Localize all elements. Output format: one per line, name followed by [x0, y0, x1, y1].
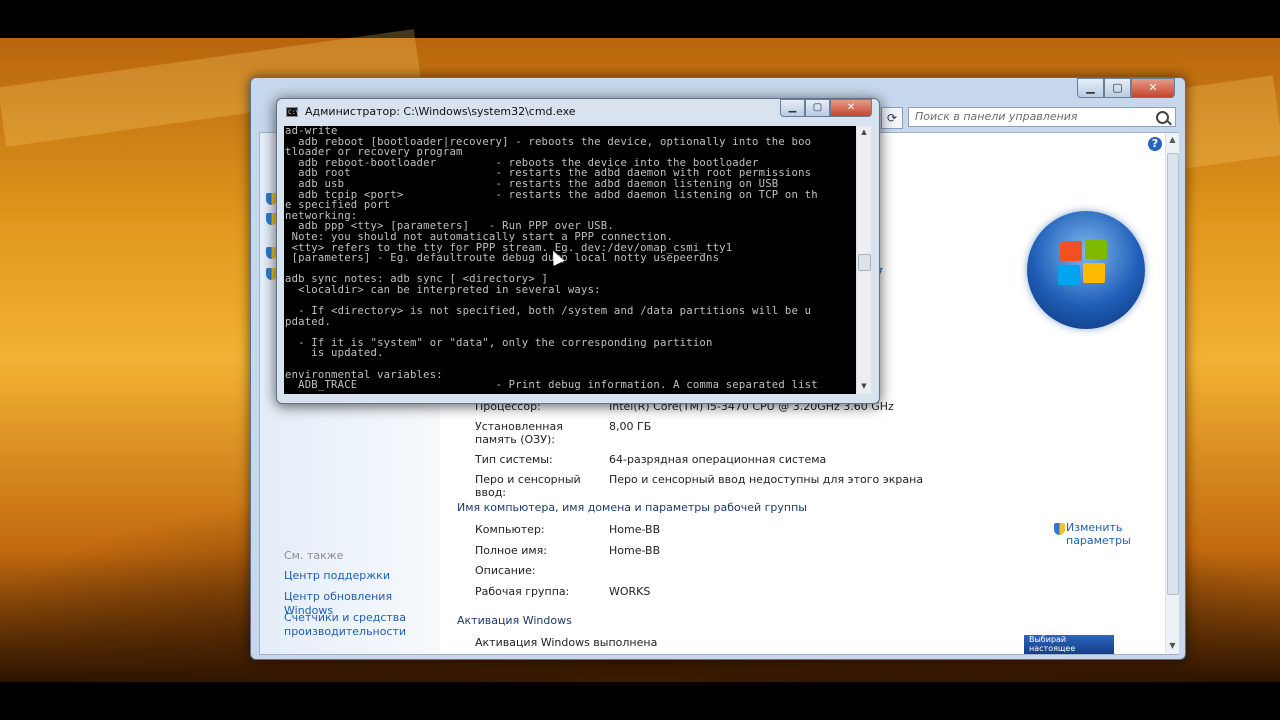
cmd-app-icon[interactable]: C:\ — [286, 107, 299, 117]
system-type-label: Тип системы: — [475, 453, 553, 466]
performance-tools-link[interactable]: Счетчики и средства производительности — [284, 611, 434, 639]
scroll-thumb[interactable] — [1167, 153, 1179, 595]
action-center-link[interactable]: Центр поддержки — [284, 569, 434, 583]
activation-section-title: Активация Windows — [457, 614, 572, 627]
refresh-icon[interactable]: ⟳ — [881, 107, 903, 129]
cmd-titlebar[interactable]: C:\ Администратор: C:\Windows\system32\c… — [277, 99, 879, 125]
scroll-down-icon[interactable]: ▼ — [857, 382, 871, 390]
flag-green — [1085, 239, 1107, 259]
scroll-thumb[interactable] — [858, 254, 871, 271]
description-label: Описание: — [475, 564, 536, 577]
console-text: ad-write adb reboot [bootloader|recovery… — [285, 126, 818, 392]
cmd-minimize-button[interactable]: ▁ — [780, 99, 805, 117]
workgroup-value: WORKS — [609, 585, 651, 598]
computer-value: Home-BB — [609, 523, 661, 536]
scroll-up-icon[interactable]: ▲ — [1166, 135, 1179, 144]
flag-blue — [1058, 265, 1080, 285]
cmd-window: C:\ Администратор: C:\Windows\system32\c… — [276, 98, 880, 404]
workgroup-label: Рабочая группа: — [475, 585, 570, 598]
cp-window-controls: ▁ ▢ ✕ — [1077, 78, 1175, 98]
cp-minimize-button[interactable]: ▁ — [1077, 78, 1104, 98]
cmd-maximize-button[interactable]: ▢ — [805, 99, 830, 117]
computer-name-section-title: Имя компьютера, имя домена и параметры р… — [457, 501, 807, 514]
flag-red — [1060, 241, 1082, 261]
see-also-heading: См. также — [284, 549, 344, 562]
full-name-value: Home-BB — [609, 544, 661, 557]
full-name-label: Полное имя: — [475, 544, 547, 557]
pen-touch-label: Перо и сенсорный ввод: — [475, 473, 581, 499]
pen-touch-value: Перо и сенсорный ввод недоступны для это… — [609, 473, 924, 486]
change-settings-link[interactable]: Изменить параметры — [1066, 521, 1136, 547]
cmd-vertical-scrollbar[interactable]: ▲ ▼ — [857, 126, 871, 394]
cmd-window-controls: ▁ ▢ ✕ — [780, 99, 872, 117]
scroll-up-icon[interactable]: ▲ — [857, 128, 871, 136]
cmd-console-output[interactable]: ad-write adb reboot [bootloader|recovery… — [284, 126, 856, 394]
letterbox-bottom — [0, 682, 1280, 720]
cp-vertical-scrollbar[interactable]: ▲ ▼ — [1165, 133, 1179, 654]
search-placeholder: Поиск в панели управления — [915, 110, 1078, 123]
activation-status: Активация Windows выполнена — [475, 636, 658, 649]
shield-icon — [1054, 523, 1065, 535]
letterbox-top — [0, 0, 1280, 38]
cp-close-button[interactable]: ✕ — [1131, 78, 1175, 98]
genuine-banner[interactable]: Выбирай настоящее — [1024, 635, 1114, 654]
flag-yellow — [1083, 263, 1105, 283]
cmd-window-title: Администратор: C:\Windows\system32\cmd.e… — [305, 105, 576, 118]
search-input[interactable]: Поиск в панели управления — [908, 107, 1176, 127]
cmd-close-button[interactable]: ✕ — [830, 99, 872, 117]
help-icon[interactable]: ? — [1148, 137, 1162, 151]
search-icon[interactable] — [1156, 111, 1169, 124]
windows-logo-icon — [1027, 211, 1145, 329]
computer-label: Компьютер: — [475, 523, 545, 536]
cp-maximize-button[interactable]: ▢ — [1104, 78, 1131, 98]
memory-label: Установленная память (ОЗУ): — [475, 420, 563, 446]
system-type-value: 64-разрядная операционная система — [609, 453, 827, 466]
memory-value: 8,00 ГБ — [609, 420, 652, 433]
scroll-down-icon[interactable]: ▼ — [1166, 641, 1179, 650]
